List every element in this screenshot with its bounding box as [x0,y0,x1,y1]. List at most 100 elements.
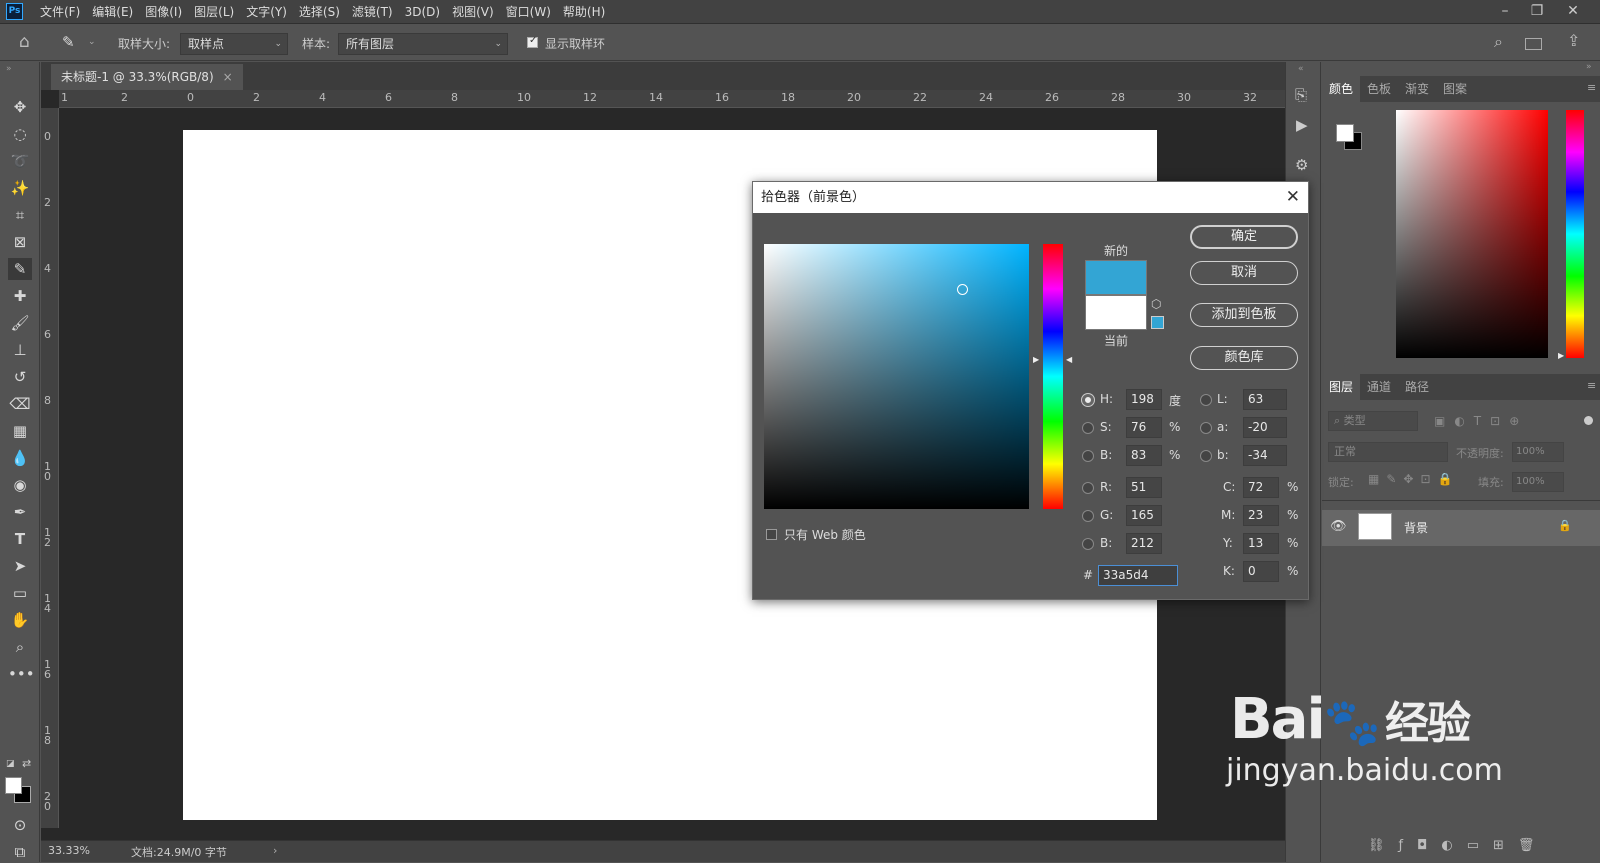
opacity-input[interactable]: 100% [1512,442,1564,462]
history-panel-icon[interactable]: ⎘ [1295,86,1307,104]
blue-radio[interactable] [1082,538,1094,550]
menu-3d[interactable]: 3D(D) [399,0,446,24]
dodge-tool-icon[interactable]: ◉ [8,474,32,496]
close-tab-icon[interactable]: × [223,70,233,84]
share-icon[interactable]: ⇪ [1567,31,1580,50]
frame-tool-icon[interactable]: ⊠ [8,231,32,253]
marquee-tool-icon[interactable]: ◌ [8,123,32,145]
saturation-input[interactable]: 76 [1126,417,1162,438]
green-radio[interactable] [1082,510,1094,522]
menu-view[interactable]: 视图(V) [446,0,500,24]
color-libraries-button[interactable]: 颜色库 [1190,346,1298,370]
lab-b-radio[interactable] [1200,450,1212,462]
saturation-radio[interactable] [1082,422,1094,434]
foreground-color-swatch[interactable] [5,777,22,794]
document-tab[interactable]: 未标题-1 @ 33.3%(RGB/8) × [51,64,243,90]
close-window-icon[interactable]: ✕ [1558,0,1588,24]
ok-button[interactable]: 确定 [1190,225,1298,249]
tool-preset-chevron-icon[interactable]: ⌄ [88,37,96,47]
search-icon[interactable]: ⌕ [1494,32,1503,52]
lab-l-radio[interactable] [1200,394,1212,406]
magenta-input[interactable]: 23 [1243,505,1279,526]
learn-panel-icon[interactable]: ⚙ [1295,156,1308,174]
collapse-panel-icon[interactable]: » [6,64,12,74]
visibility-eye-icon[interactable]: 👁 [1330,519,1347,534]
tab-layers[interactable]: 图层 [1322,374,1361,400]
panel-menu-icon[interactable]: ≡ [1587,81,1596,94]
menu-filter[interactable]: 滤镜(T) [346,0,399,24]
hue-slider-left-arrow-icon[interactable]: ▶ [1033,355,1039,364]
menu-help[interactable]: 帮助(H) [557,0,611,24]
hue-radio[interactable] [1082,394,1094,406]
brush-tool-icon[interactable]: 🖌 [8,312,32,334]
document-info[interactable]: 文档:24.9M/0 字节 [131,844,227,860]
layer-filter-icons[interactable]: ▣◐T⊡⊕ [1434,414,1528,428]
history-brush-tool-icon[interactable]: ↺ [8,366,32,388]
gradient-tool-icon[interactable]: ▦ [8,420,32,442]
brightness-input[interactable]: 83 [1126,445,1162,466]
blend-mode-dropdown[interactable]: 正常 [1328,442,1448,462]
cancel-button[interactable]: 取消 [1190,261,1298,285]
layer-filter-dropdown[interactable]: ⌕ 类型 [1328,411,1418,431]
lock-icons[interactable]: ▦✎✥⊡🔒 [1368,472,1459,486]
restore-icon[interactable]: ❐ [1522,0,1552,24]
zoom-tool-icon[interactable]: ⌕ [8,636,32,658]
color-panel-field[interactable] [1396,110,1548,358]
hex-input[interactable]: 33a5d4 [1098,565,1178,586]
color-field[interactable] [764,244,1029,509]
sample-size-dropdown[interactable]: 取样点 ⌄ [180,33,288,55]
menu-file[interactable]: 文件(F) [34,0,86,24]
hue-slider[interactable] [1043,244,1063,509]
filter-toggle-icon[interactable] [1584,416,1593,425]
menu-image[interactable]: 图像(I) [139,0,188,24]
cyan-input[interactable]: 72 [1243,477,1279,498]
workspace-icon[interactable] [1525,38,1542,50]
out-of-gamut-cube-icon[interactable]: ⬡ [1151,297,1161,311]
menu-layer[interactable]: 图层(L) [188,0,240,24]
hand-tool-icon[interactable]: ✋ [8,609,32,631]
eyedropper-tool-icon[interactable]: ✎ [8,258,32,280]
move-tool-icon[interactable]: ✥ [8,96,32,118]
home-icon[interactable]: ⌂ [19,32,30,52]
menu-select[interactable]: 选择(S) [293,0,346,24]
zoom-level[interactable]: 33.33% [48,844,90,857]
black-input[interactable]: 0 [1243,561,1279,582]
add-to-swatches-button[interactable]: 添加到色板 [1190,303,1298,327]
fill-input[interactable]: 100% [1512,472,1564,492]
color-panel-hue-slider[interactable] [1566,110,1584,358]
panel-menu-icon[interactable]: ≡ [1587,379,1596,392]
healing-brush-tool-icon[interactable]: ✚ [8,285,32,307]
tab-channels[interactable]: 通道 [1360,374,1398,400]
lab-a-input[interactable]: -20 [1243,417,1287,438]
lasso-tool-icon[interactable]: ➰ [8,150,32,172]
lab-l-input[interactable]: 63 [1243,389,1287,410]
status-more-icon[interactable]: › [273,844,277,857]
screen-mode-icon[interactable]: ⧉ [8,841,32,863]
more-tools-icon[interactable]: ••• [8,663,35,685]
red-input[interactable]: 51 [1126,477,1162,498]
rectangle-tool-icon[interactable]: ▭ [8,582,32,604]
red-radio[interactable] [1082,482,1094,494]
tab-gradients[interactable]: 渐变 [1398,76,1436,102]
collapse-panel-icon[interactable]: « [1298,64,1304,74]
brightness-radio[interactable] [1082,450,1094,462]
tab-swatches[interactable]: 色板 [1360,76,1398,102]
tab-paths[interactable]: 路径 [1398,374,1436,400]
blue-input[interactable]: 212 [1126,533,1162,554]
sample-dropdown[interactable]: 所有图层 ⌄ [338,33,508,55]
web-colors-only-checkbox[interactable] [766,529,777,540]
color-field-cursor[interactable] [957,284,968,295]
lab-b-input[interactable]: -34 [1243,445,1287,466]
hue-slider-right-arrow-icon[interactable]: ◀ [1066,355,1072,364]
green-input[interactable]: 165 [1126,505,1162,526]
clone-stamp-tool-icon[interactable]: ⊥ [8,339,32,361]
expand-panel-icon[interactable]: » [1586,62,1592,72]
layer-row[interactable]: 👁 背景 🔒 [1322,510,1600,546]
hue-input[interactable]: 198 [1126,389,1162,410]
default-colors-icon[interactable]: ◪ [6,759,15,769]
close-icon[interactable]: ✕ [1286,182,1300,212]
minimize-icon[interactable]: – [1490,0,1520,24]
pen-tool-icon[interactable]: ✒ [8,501,32,523]
quick-mask-icon[interactable]: ⊙ [8,814,32,836]
tab-patterns[interactable]: 图案 [1436,76,1474,102]
